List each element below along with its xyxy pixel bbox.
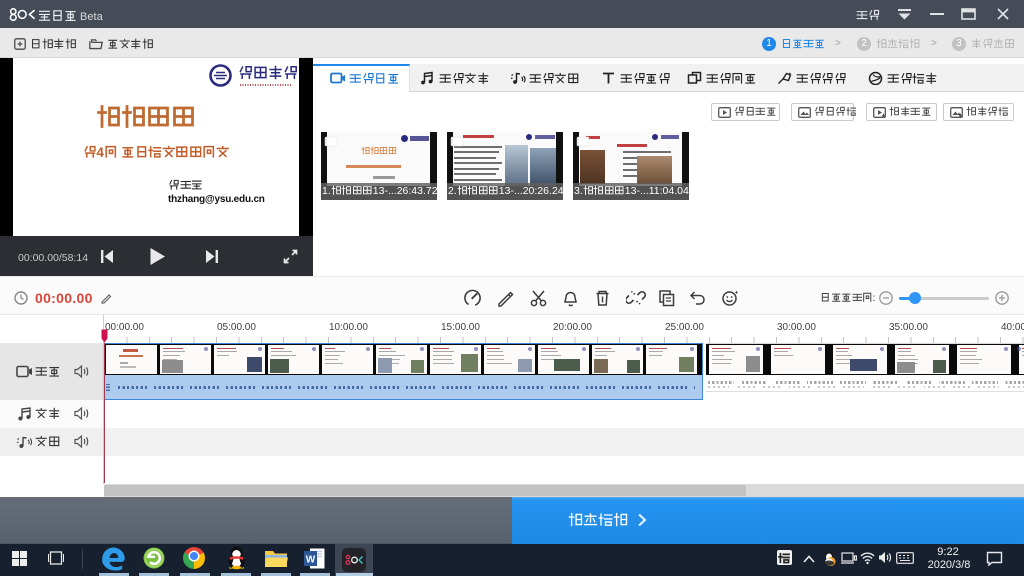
svg-text:W: W [306,555,316,566]
